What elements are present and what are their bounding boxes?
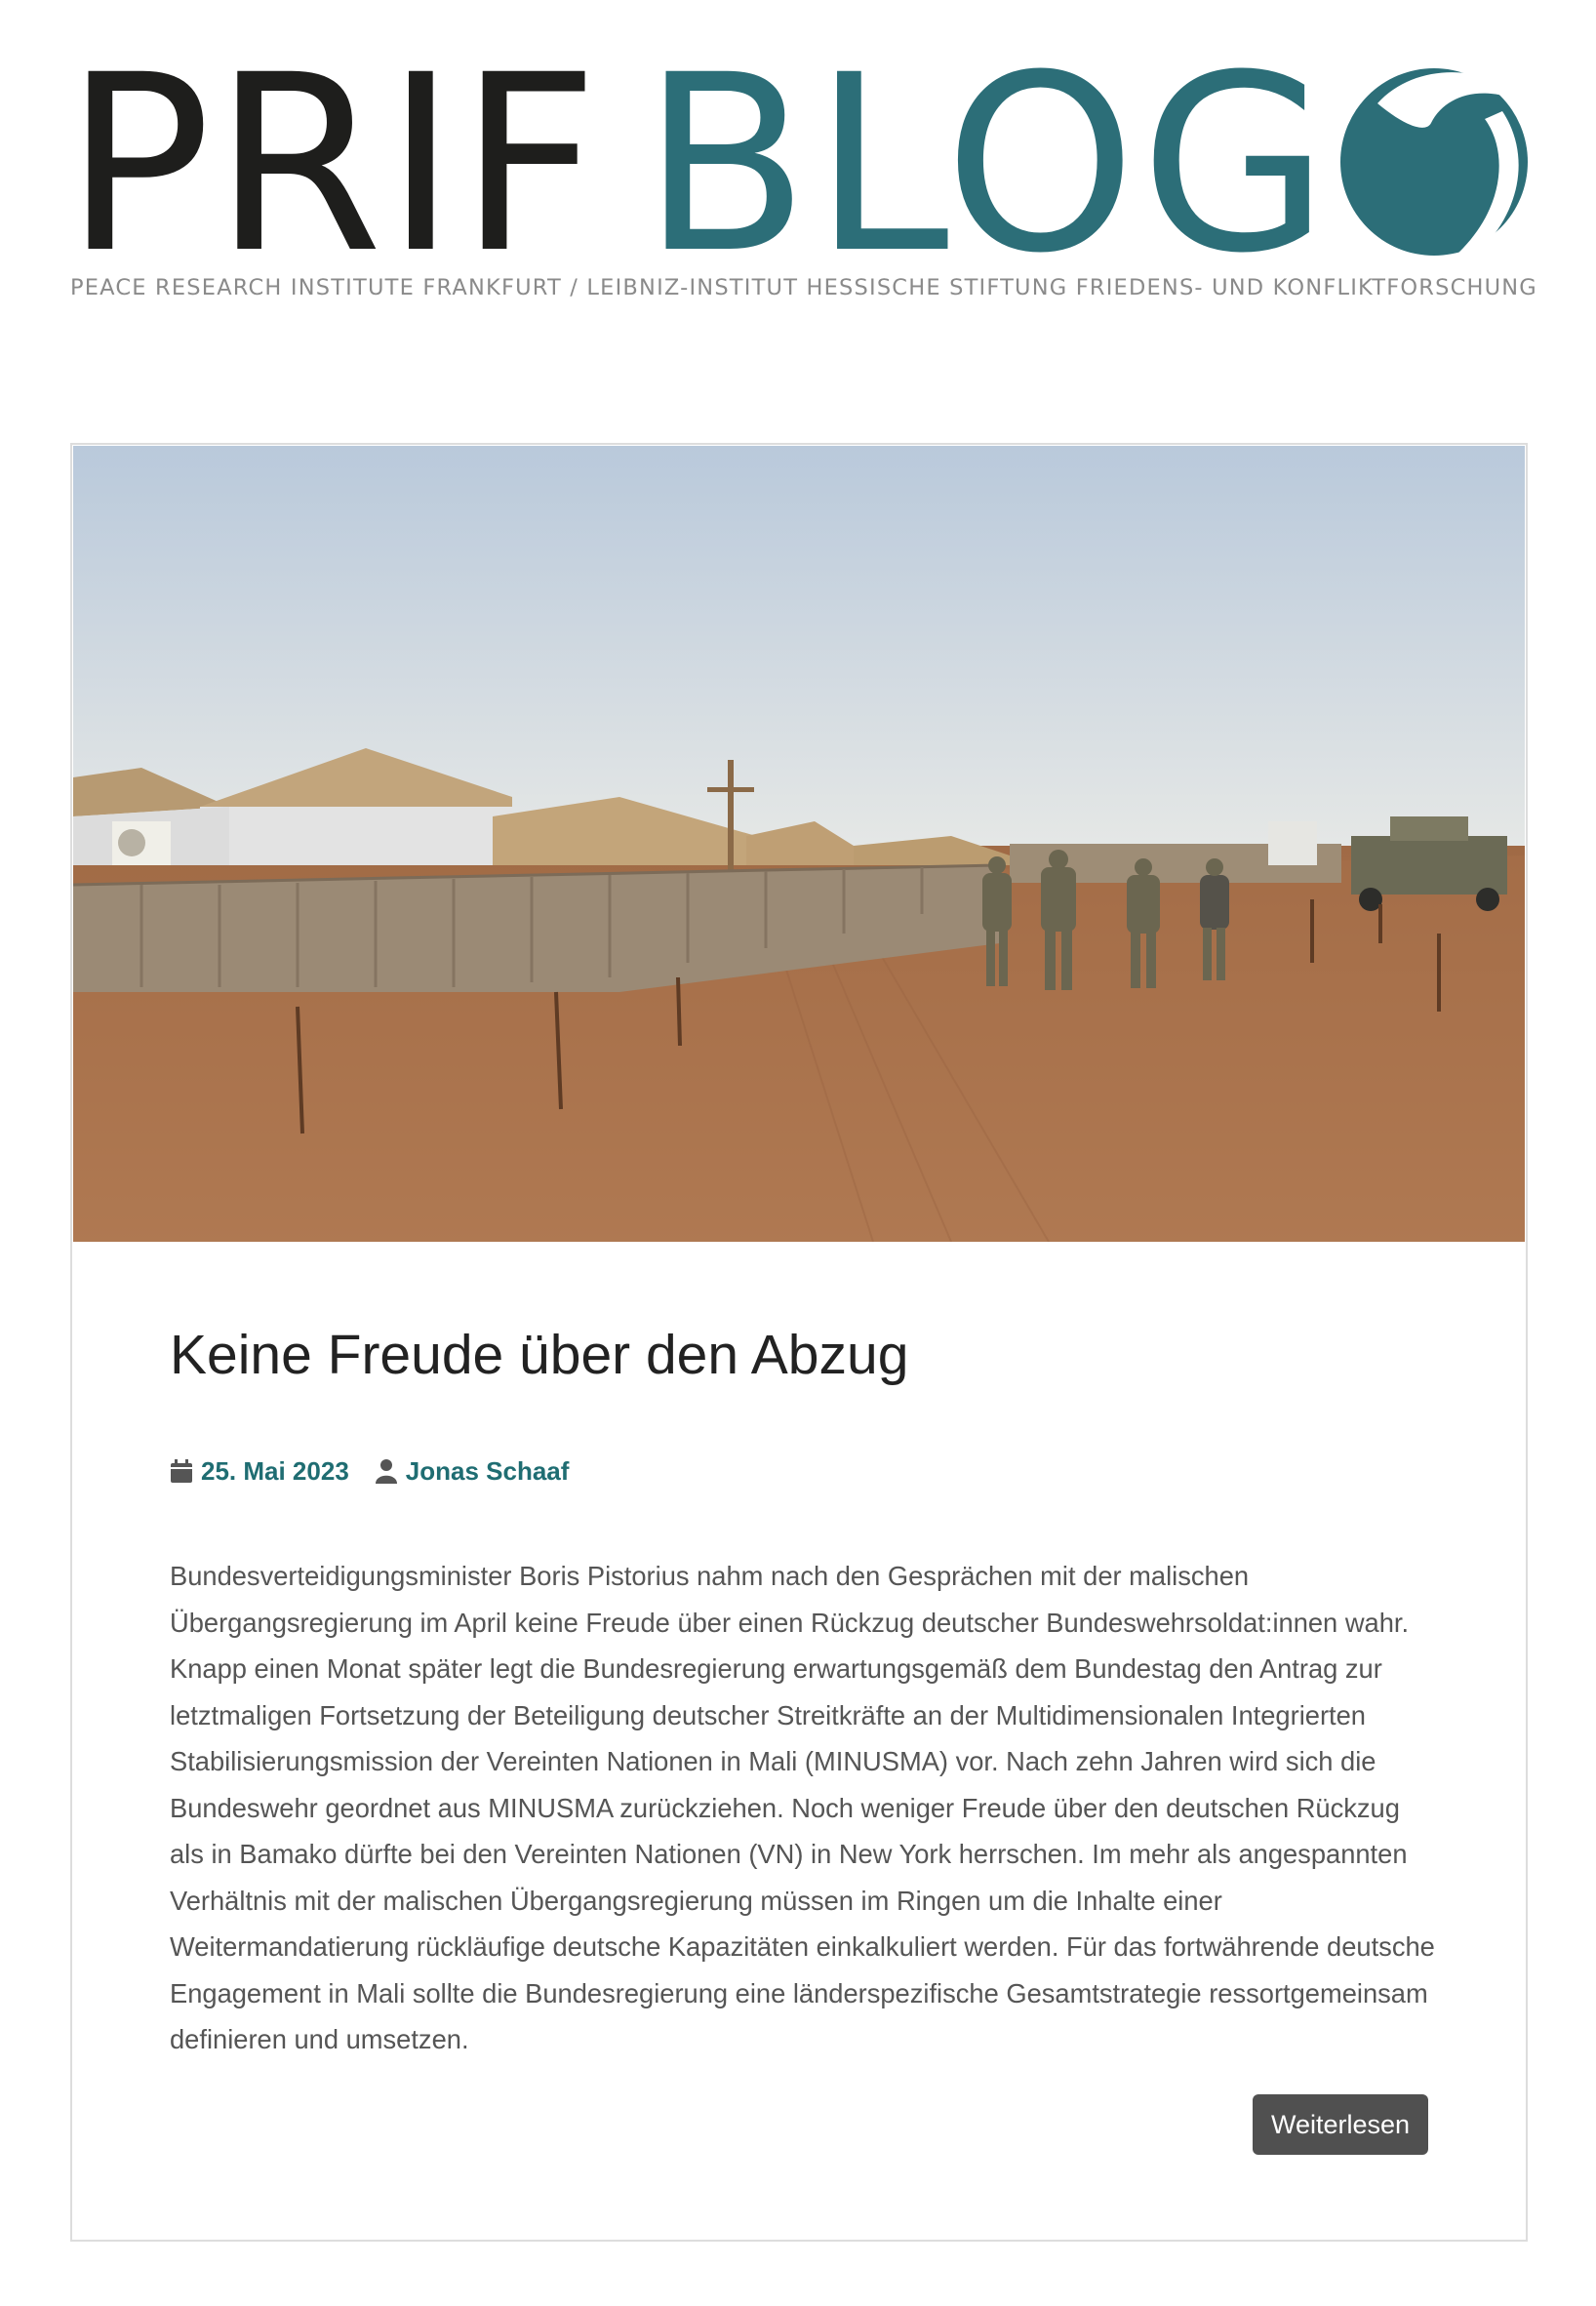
user-icon (375, 1459, 397, 1484)
post-author: Jonas Schaaf (405, 1455, 570, 1486)
prif-logo-icon (1340, 68, 1528, 256)
post-date: 25. Mai 2023 (201, 1455, 349, 1486)
post-date-link[interactable]: 25. Mai 2023 (170, 1456, 349, 1487)
site-logo[interactable]: PRIF BLOG (64, 43, 1528, 287)
calendar-icon (171, 1459, 192, 1483)
post-featured-image[interactable] (73, 446, 1525, 1242)
post-excerpt: Bundesverteidigungsminister Boris Pistor… (170, 1561, 1435, 2054)
site-header: PRIF BLOG PEACE RESEARCH INSTITUTE FRANK… (64, 43, 1536, 322)
post-meta: 25. Mai 2023 Jonas Schaaf (170, 1453, 594, 1489)
logo-text-prif: PRIF (64, 22, 601, 306)
post-author-link[interactable]: Jonas Schaaf (375, 1455, 570, 1487)
logo-text-blog: BLOG (642, 22, 1334, 306)
site-tagline: PEACE RESEARCH INSTITUTE FRANKFURT / LEI… (70, 275, 1537, 300)
read-more-button[interactable]: Weiterlesen (1253, 2094, 1428, 2155)
post-card: Keine Freude über den Abzug 25. Mai 2023… (70, 443, 1528, 2242)
post-title[interactable]: Keine Freude über den Abzug (170, 1323, 908, 1387)
camp-photo (73, 446, 1525, 1242)
